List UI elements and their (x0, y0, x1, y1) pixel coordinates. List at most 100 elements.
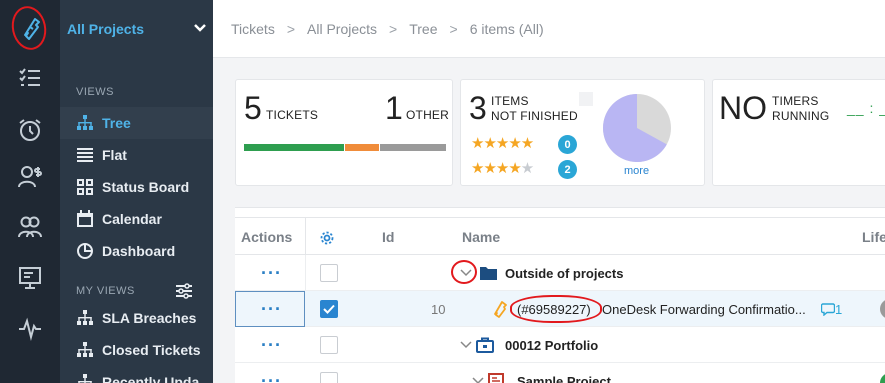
breadcrumb-all-projects[interactable]: All Projects (307, 21, 377, 37)
row-name[interactable]: Sample Project (517, 363, 611, 383)
comment-icon (821, 302, 835, 316)
other-count: 1 (385, 90, 403, 126)
row-name[interactable]: OneDesk Forwarding Confirmatio... (602, 291, 806, 327)
annotation-ring (7, 2, 51, 54)
row-checkbox[interactable] (320, 300, 338, 318)
not-finished-card[interactable]: 3 ITEMS NOT FINISHED ★★★★★ 0 ★★★★★ 2 mor… (460, 79, 705, 186)
folder-icon (480, 267, 497, 280)
nav-item-label: Tree (102, 115, 131, 131)
rating-row-4: ★★★★★ (471, 159, 534, 177)
table-row[interactable]: ··· Sample Project (235, 363, 885, 383)
nav-item-label: Closed Tickets (102, 342, 201, 358)
nav-item-tree[interactable]: Tree (60, 107, 213, 139)
rail-billing[interactable] (0, 148, 60, 204)
status-progress-bar (244, 144, 446, 151)
more-link[interactable]: more (624, 165, 649, 177)
list-icon (75, 146, 95, 164)
rating-count-badge[interactable]: 0 (558, 135, 577, 154)
tasks-icon (19, 68, 40, 86)
star-icon: ★★★★★ (471, 135, 534, 152)
project-icon (488, 373, 504, 383)
not-finished-count: 3 (469, 90, 487, 126)
project-selector-label: All Projects (67, 21, 145, 37)
row-actions-menu-icon[interactable]: ··· (261, 335, 282, 356)
column-id[interactable]: Id (382, 229, 394, 245)
progress-segment (244, 144, 344, 151)
progress-segment (345, 144, 379, 151)
table-row[interactable]: ··· 10 (#69589227) OneDesk Forwarding Co… (235, 291, 885, 327)
table-row[interactable]: ··· Outside of projects (235, 255, 885, 291)
tree-icon (75, 373, 95, 383)
nav-item-label: Status Board (102, 179, 190, 195)
breadcrumb-tickets[interactable]: Tickets (231, 21, 275, 37)
row-id: 10 (431, 301, 446, 317)
nav-item-dashboard[interactable]: Dashboard (60, 235, 213, 267)
row-name[interactable]: Outside of projects (505, 255, 623, 291)
rating-row-5: ★★★★★ (471, 134, 534, 152)
row-actions-menu-icon[interactable]: ··· (261, 299, 282, 320)
row-checkbox[interactable] (320, 264, 338, 282)
my-views-heading: MY VIEWS (76, 285, 135, 297)
gear-icon[interactable] (319, 230, 335, 246)
chevron-down-icon[interactable] (460, 339, 472, 351)
row-actions-menu-icon[interactable]: ··· (261, 371, 282, 383)
status-indicator (880, 299, 885, 319)
nav-item-label: Flat (102, 147, 127, 163)
status-indicator (880, 373, 885, 383)
filter-settings-icon[interactable] (175, 282, 193, 300)
nav-item-calendar[interactable]: Calendar (60, 203, 213, 235)
nav-item-status-board[interactable]: Status Board (60, 171, 213, 203)
annotation-ring (451, 260, 477, 284)
nav-item-sla-breaches[interactable]: SLA Breaches (60, 302, 213, 334)
other-label: OTHER (406, 108, 449, 122)
project-selector[interactable]: All Projects (60, 0, 213, 58)
nav-item-flat[interactable]: Flat (60, 139, 213, 171)
row-actions-menu-icon[interactable]: ··· (261, 263, 282, 284)
nav-item-closed-tickets[interactable]: Closed Tickets (60, 334, 213, 366)
views-heading: VIEWS (76, 86, 114, 98)
nav-item-label: SLA Breaches (102, 310, 197, 326)
icon-rail (0, 0, 60, 383)
tree-icon (75, 341, 95, 359)
row-name[interactable]: 00012 Portfolio (505, 327, 598, 363)
main-area: Tickets > All Projects > Tree > 6 items … (213, 0, 885, 383)
dashboard-icon (75, 242, 95, 260)
annotation-ring (510, 295, 602, 323)
table-row[interactable]: ··· 00012 Portfolio (235, 327, 885, 363)
chevron-down-icon[interactable] (472, 375, 484, 383)
column-name[interactable]: Name (462, 229, 500, 245)
rail-tasks[interactable] (0, 50, 60, 106)
breadcrumb-current: 6 items (All) (469, 20, 544, 37)
nav-sidebar: All Projects VIEWS Tree Flat Status Boar… (60, 0, 213, 383)
column-lifecycle[interactable]: Life (862, 229, 885, 245)
chevron-down-icon (194, 24, 206, 32)
comments-count[interactable]: 1 (821, 291, 842, 327)
alarm-icon (19, 119, 41, 141)
rail-customers[interactable] (0, 198, 60, 254)
rail-presentation[interactable] (0, 250, 60, 306)
star-icon: ★★★★ (471, 160, 522, 177)
tree-icon (75, 309, 95, 327)
portfolio-icon (476, 337, 494, 353)
pie-chart (603, 94, 671, 162)
breadcrumb-separator: > (449, 20, 458, 37)
column-actions[interactable]: Actions (241, 229, 292, 245)
rail-activity[interactable] (0, 300, 60, 356)
nav-item-recently-updated[interactable]: Recently Upda (60, 366, 213, 383)
tickets-label: TICKETS (266, 108, 319, 122)
row-checkbox[interactable] (320, 372, 338, 383)
star-empty-icon: ★ (520, 160, 534, 177)
not-finished-label-2: NOT FINISHED (491, 109, 578, 123)
tickets-count: 5 (244, 90, 262, 126)
rating-count-badge[interactable]: 2 (558, 160, 577, 179)
timers-card[interactable]: NO TIMERS RUNNING __ : __ (712, 79, 885, 186)
row-checkbox[interactable] (320, 336, 338, 354)
ticket-icon (494, 301, 507, 318)
breadcrumb-tree[interactable]: Tree (409, 21, 437, 37)
rail-tickets[interactable] (0, 0, 60, 56)
billing-icon (18, 166, 42, 188)
not-finished-label-1: ITEMS (491, 94, 529, 108)
tickets-summary-card[interactable]: 5 TICKETS 1 OTHER (235, 79, 453, 186)
table-header: Actions Id Name Life (235, 217, 885, 256)
nav-item-label: Recently Upda (102, 374, 200, 383)
